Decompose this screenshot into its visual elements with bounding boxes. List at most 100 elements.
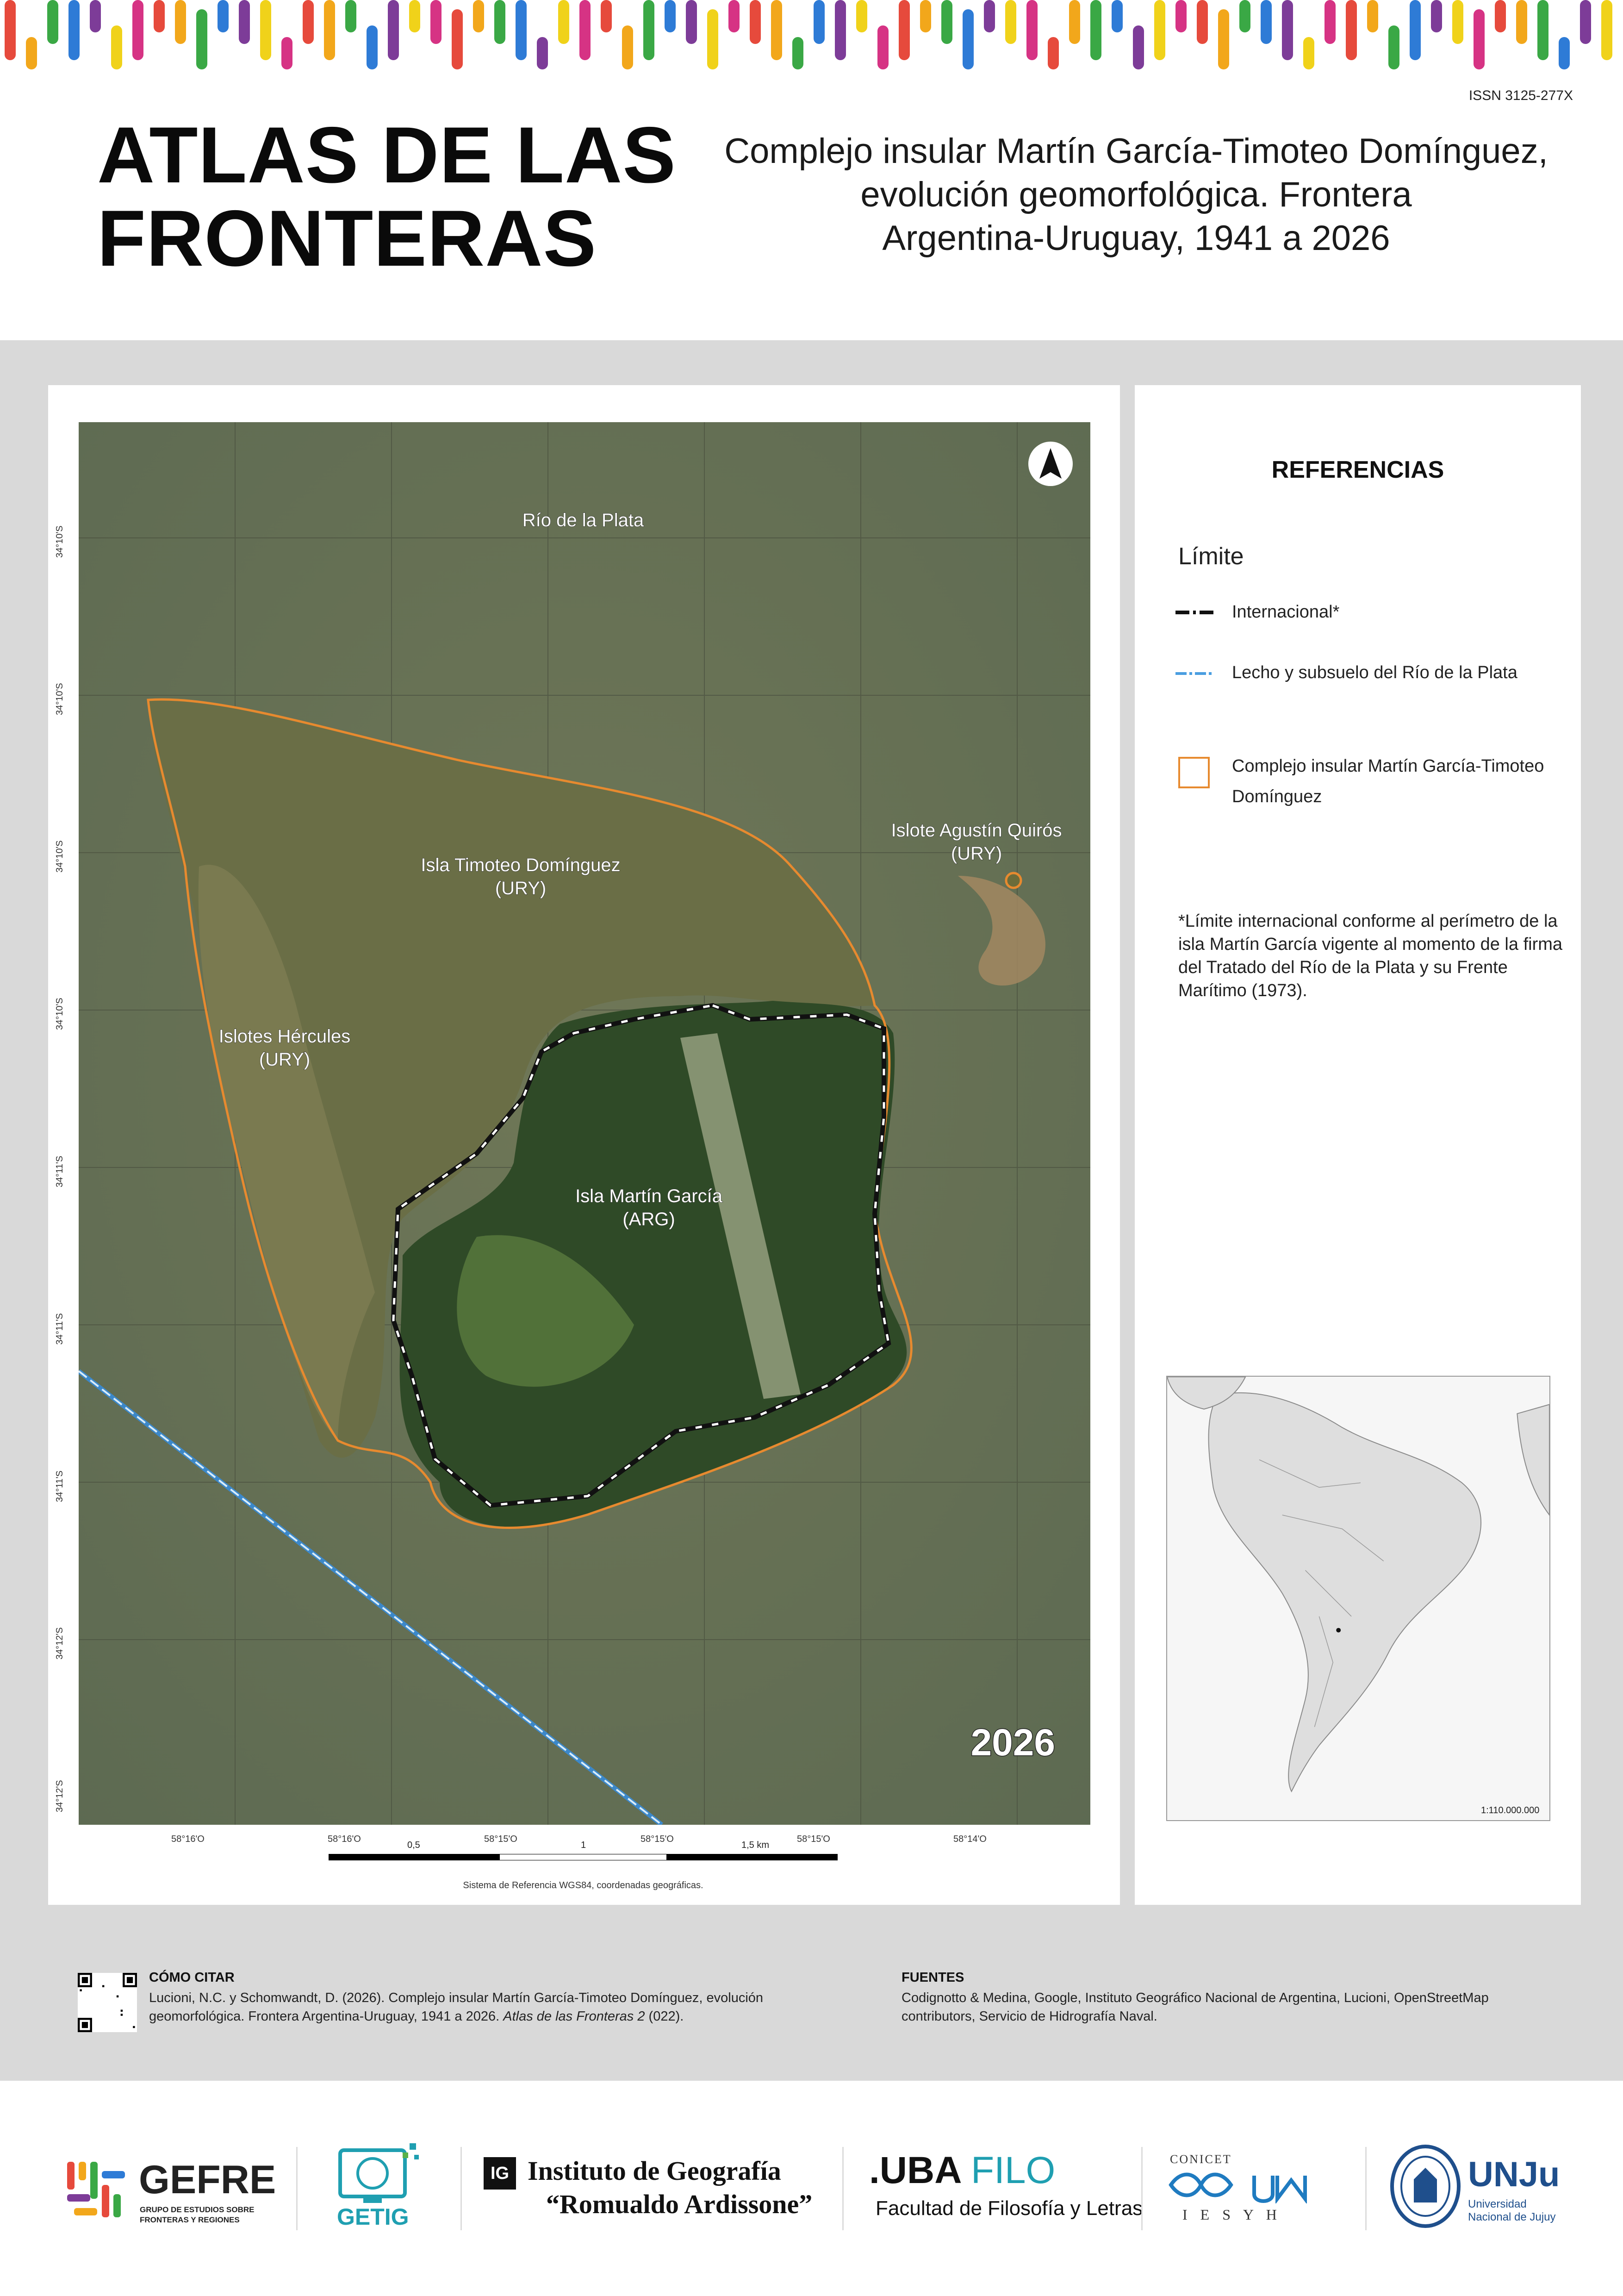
conicet-name: CONICET (1170, 2152, 1232, 2166)
citation-journal: Atlas de las Fronteras 2 (503, 2009, 645, 2024)
stripe (473, 0, 484, 32)
map-title-line-3: Argentina-Uruguay, 1941 a 2026 (882, 218, 1390, 258)
label-martin-country: (ARG) (622, 1209, 675, 1229)
qr-code[interactable] (78, 1973, 137, 2032)
legend-item-international: Internacional* (1232, 602, 1340, 622)
uba-faculty: Facultad de Filosofía y Letras (876, 2197, 1143, 2220)
legend-section-title: Límite (1178, 543, 1244, 570)
ig-line-1: Instituto de Geografía (528, 2156, 781, 2186)
citation-issue: (022). (645, 2009, 684, 2024)
year-stamp: 2026 (971, 1722, 1055, 1764)
sources-text: Codignotto & Medina, Google, Instituto G… (902, 1990, 1489, 2024)
stripe (1026, 0, 1038, 60)
logo-divider (1365, 2147, 1367, 2230)
ig-line-2: “Romualdo Ardissone” (546, 2189, 813, 2219)
stripe (1367, 0, 1378, 32)
stripe (1154, 0, 1165, 60)
stripe (1261, 0, 1272, 44)
label-hercules-name: Islotes Hércules (219, 1026, 351, 1047)
stripe (728, 0, 740, 32)
gefre-sub-2: FRONTERAS Y REGIONES (140, 2215, 240, 2224)
lat-label: 34°10'S (55, 525, 65, 558)
stripe (814, 0, 825, 44)
stripe (1474, 9, 1485, 69)
lat-label: 34°10'S (55, 840, 65, 873)
legend-footnote: *Límite internacional conforme al períme… (1178, 911, 1563, 1000)
stripe (665, 0, 676, 32)
stripe (154, 0, 165, 32)
stripe (601, 0, 612, 32)
stripe (1090, 0, 1101, 60)
islote-agustin-quiros (1005, 872, 1022, 889)
stripe (281, 37, 292, 69)
stripe (196, 9, 207, 69)
stripe (1537, 0, 1548, 60)
iesyh-name: I E S Y H (1182, 2206, 1281, 2223)
getig-name: GETIG (337, 2204, 409, 2230)
label-timoteo-name: Isla Timoteo Domínguez (421, 855, 620, 875)
stripe (1431, 0, 1442, 32)
stripe (707, 9, 718, 69)
stripe (26, 37, 37, 69)
label-quiros-name: Islote Agustín Quirós (891, 820, 1062, 841)
stripe (1559, 37, 1570, 69)
stripe (856, 0, 867, 32)
stripe (1601, 0, 1612, 60)
scale-label-c: 1,5 km (741, 1840, 770, 1850)
legend-title: REFERENCIAS (1271, 456, 1444, 483)
stripe (1580, 0, 1591, 44)
reference-system: Sistema de Referencia WGS84, coordenadas… (463, 1880, 703, 1890)
lat-label: 34°12'S (55, 1780, 65, 1812)
stripe (132, 0, 143, 60)
lon-label: 58°15'O (640, 1834, 674, 1844)
map-title-line-1: Complejo insular Martín García-Timoteo D… (724, 131, 1548, 171)
stripe (5, 0, 16, 60)
stripe (686, 0, 697, 44)
lon-label: 58°16'O (171, 1834, 205, 1844)
stripe (558, 0, 569, 44)
stripe (877, 25, 889, 69)
legend-riverbed-symbol (1175, 672, 1214, 675)
gefre-name: GEFRE (139, 2158, 276, 2202)
stripe (324, 0, 335, 60)
unju-sub-2: Nacional de Jujuy (1468, 2211, 1556, 2223)
legend-complex-symbol (1178, 757, 1210, 788)
legend-item-complex: Complejo insular Martín García-Timoteo D… (1232, 756, 1544, 806)
stripe (1346, 0, 1357, 60)
stripe (1452, 0, 1463, 44)
stripe (899, 0, 910, 60)
stripe (260, 0, 271, 60)
stripe (622, 25, 633, 69)
stripe (111, 25, 122, 69)
stripe (516, 0, 527, 60)
scale-label-b: 1 (581, 1840, 586, 1850)
map-image: Río de la Plata Isla Timoteo Domínguez (… (79, 422, 1090, 1825)
ig-mark: IG (484, 2157, 516, 2190)
stripe (47, 0, 58, 44)
stripe (68, 0, 80, 60)
filo-name: FILO (971, 2149, 1056, 2191)
legend-international-symbol (1175, 611, 1214, 614)
atlas-title: ATLAS DE LAS FRONTERAS (97, 113, 699, 280)
getig-monitor-icon (338, 2143, 419, 2203)
gefre-sub-1: GRUPO DE ESTUDIOS SOBRE (140, 2205, 255, 2214)
label-hercules-country: (URY) (259, 1049, 310, 1070)
stripe (345, 0, 356, 32)
map-title: Complejo insular Martín García-Timoteo D… (685, 130, 1587, 260)
stripe (175, 0, 186, 44)
stripe (1112, 0, 1123, 32)
lat-label: 34°12'S (55, 1627, 65, 1660)
lon-label: 58°15'O (797, 1834, 830, 1844)
locator-scale: 1:110.000.000 (1481, 1805, 1540, 1816)
stripe (1388, 25, 1399, 69)
stripe (1069, 0, 1080, 44)
stripe (835, 0, 846, 60)
stripe (367, 25, 378, 69)
stripe (239, 0, 250, 44)
scale-bar (329, 1854, 838, 1860)
logo-divider (1141, 2147, 1143, 2230)
label-martin-name: Isla Martín García (575, 1186, 723, 1206)
stripe (409, 0, 420, 32)
stripe (1175, 0, 1187, 32)
lon-label: 58°15'O (484, 1834, 517, 1844)
